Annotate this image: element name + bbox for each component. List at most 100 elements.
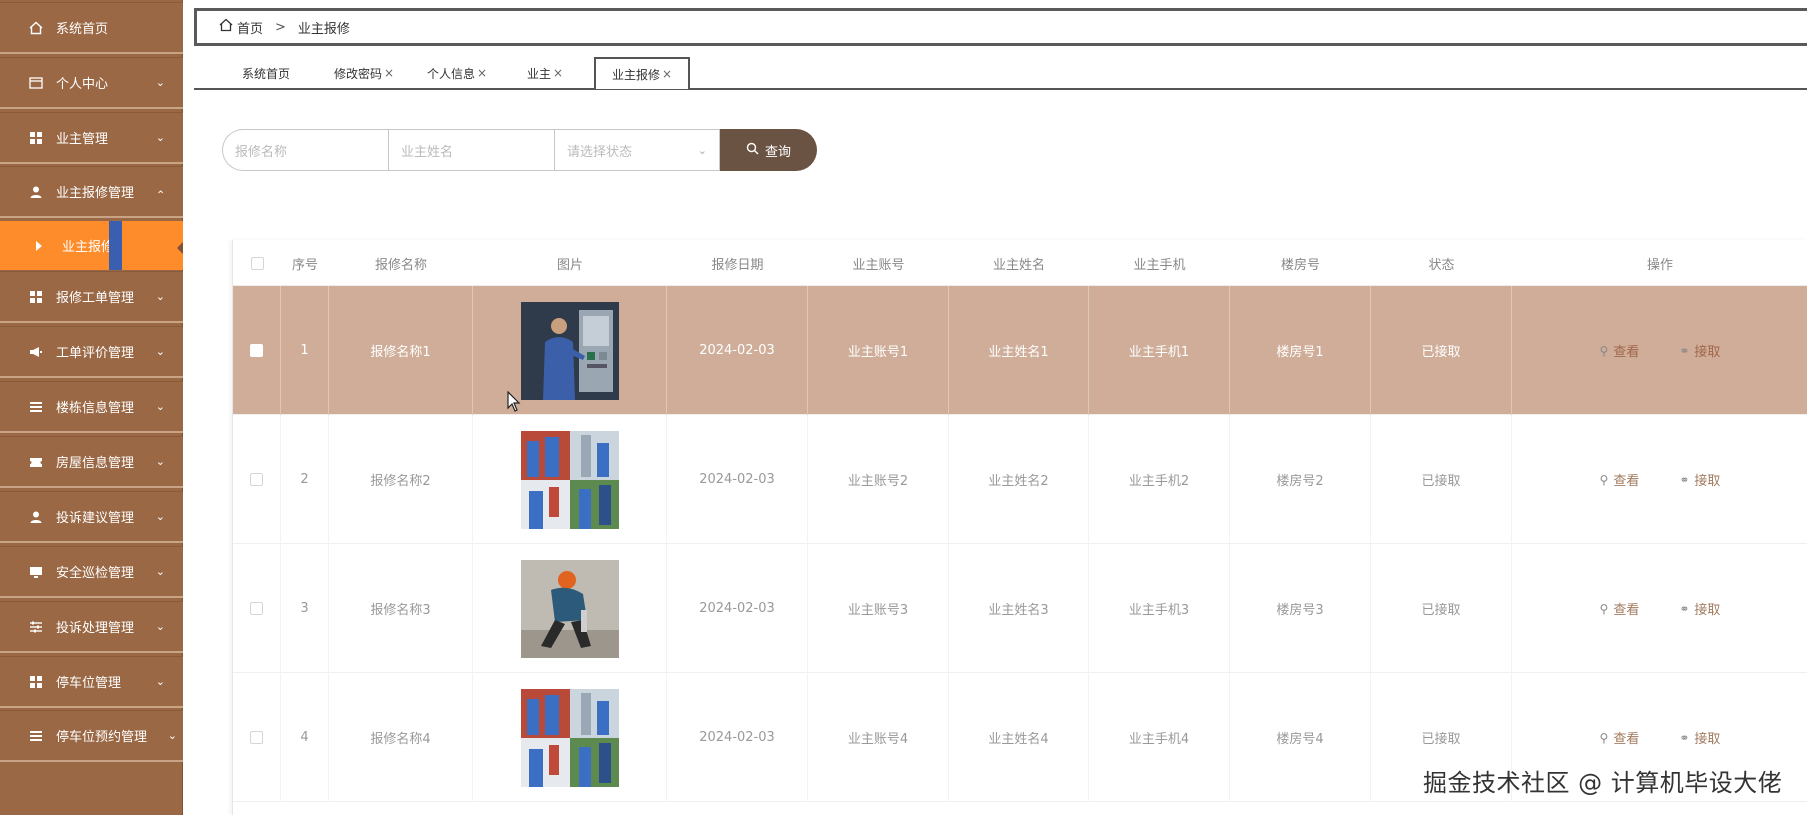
sidebar-item-building[interactable]: 楼栋信息管理 ⌄ [0,381,183,433]
search-button-label: 查询 [764,144,791,160]
accept-button[interactable]: ⚭ 接取 [1679,599,1720,619]
owner-name-input[interactable]: 业主姓名 [388,129,554,171]
view-button[interactable]: ⚲ 查看 [1599,599,1640,619]
active-indicator [109,221,122,270]
watermark: 掘金技术社区 @ 计算机毕设大佬 [1423,769,1783,797]
accept-button[interactable]: ⚭ 接取 [1679,470,1721,490]
cell-account: 业主账号3 [808,544,949,673]
sidebar-item-repair-management[interactable]: 业主报修管理 ⌄ [0,166,183,218]
view-button[interactable]: ⚲ 查看 [1600,341,1640,361]
cell-owner: 业主姓名3 [949,544,1089,673]
view-label: 查看 [1613,345,1640,360]
chevron-down-icon: ⌄ [155,619,165,633]
view-label: 查看 [1613,603,1640,618]
sidebar-item-complaint[interactable]: 投诉建议管理 ⌄ [0,491,183,543]
search-button[interactable]: 查询 [720,129,817,171]
sidebar-item-parking-reservation[interactable]: 停车位预约管理 ⌄ [0,710,183,762]
chevron-down-icon: ⌄ [155,564,165,578]
row-checkbox[interactable] [250,731,263,744]
tab-personal-info[interactable]: 个人信息 × [427,58,487,88]
cell-index: 1 [281,286,329,415]
select-all-cell [233,240,281,286]
chevron-down-icon: ⌄ [167,728,177,742]
sidebar-item-owner-management[interactable]: 业主管理 ⌄ [0,112,183,164]
close-icon[interactable]: × [384,66,394,80]
cell-account: 业主账号2 [808,415,949,544]
cell-name: 报修名称2 [329,415,473,544]
row-checkbox[interactable] [250,344,263,357]
repair-photo[interactable] [520,559,619,658]
repair-name-input[interactable]: 报修名称 [222,129,388,171]
share-icon: ⚭ [1679,601,1690,616]
chevron-down-icon: ⌄ [697,143,707,157]
breadcrumb-current: 业主报修 [297,21,350,37]
tab-change-password[interactable]: 修改密码 × [334,58,394,88]
tab-label: 业主报修 [612,67,661,82]
ticket-icon [28,454,44,470]
view-button[interactable]: ⚲ 查看 [1599,728,1640,748]
sidebar-item-personal-center[interactable]: 个人中心 ⌄ [0,57,183,109]
sidebar-item-patrol[interactable]: 安全巡检管理 ⌄ [0,546,183,598]
cell-name: 报修名称3 [329,544,473,673]
chevron-down-icon: ⌄ [155,454,165,468]
view-button[interactable]: ⚲ 查看 [1599,470,1640,490]
sidebar-item-work-order[interactable]: 报修工单管理 ⌄ [0,271,183,323]
sidebar-item-parking[interactable]: 停车位管理 ⌄ [0,656,183,708]
cell-actions: ⚲ 查看 ⚭ 接取 [1512,415,1807,544]
search-icon: ⚲ [1599,601,1609,616]
select-all-checkbox[interactable] [250,256,264,270]
cell-name: 报修名称1 [329,286,473,415]
cell-actions: ⚲ 查看 ⚭ 接取 [1512,544,1807,673]
list-icon [28,399,44,415]
cell-account: 业主账号1 [808,286,949,415]
table-row[interactable]: 3 报修名称3 2024-02-03 业主账号3 业主姓名3 业主手机3 楼房号… [233,544,1807,673]
repair-photo[interactable] [520,688,619,787]
table-row[interactable]: 1 报修名称1 2024-02-03 业主账号1 业主姓名1 业主手机1 楼房号… [233,286,1807,415]
chevron-up-icon: ⌄ [155,186,165,200]
tab-owner-repair[interactable]: 业主报修 × [594,57,691,89]
cell-date: 2024-02-03 [667,673,808,802]
card-icon [28,75,44,91]
table-row[interactable]: 2 报修名称2 2024-02-03 业主账号2 业主姓名2 业主手机2 楼房号… [233,415,1807,544]
header-image: 图片 [556,257,583,273]
search-icon: ⚲ [1599,730,1609,745]
cell-status: 已接取 [1371,544,1512,673]
breadcrumb-home[interactable]: 首页 [237,18,263,37]
active-notch [177,242,183,254]
header-actions: 操作 [1646,257,1673,273]
repair-photo[interactable] [520,301,619,400]
sidebar-item-house[interactable]: 房屋信息管理 ⌄ [0,436,183,488]
cell-index: 4 [281,673,329,802]
cell-account: 业主账号4 [808,673,949,802]
accept-label: 接取 [1694,474,1721,489]
row-actions: ⚲ 查看 ⚭ 接取 [1600,341,1721,361]
status-select[interactable]: 请选择状态 ⌄ [554,129,720,171]
cell-image [473,415,667,544]
share-icon: ⚭ [1679,343,1690,358]
sidebar-item-label: 业主管理 [56,132,109,147]
repair-photo[interactable] [520,430,619,529]
close-icon[interactable]: × [477,66,487,80]
sidebar: 系统首页 个人中心 ⌄ 业主管理 ⌄ 业主报修管理 ⌄ 业主报修 报修工单管理 … [0,0,183,815]
row-checkbox[interactable] [250,602,263,615]
sidebar-item-home[interactable]: 系统首页 [0,2,183,54]
cell-date: 2024-02-03 [667,544,808,673]
share-icon: ⚭ [1679,730,1690,745]
chevron-down-icon: ⌄ [155,674,165,688]
sidebar-item-complaint-handling[interactable]: 投诉处理管理 ⌄ [0,601,183,653]
accept-button[interactable]: ⚭ 接取 [1679,341,1720,361]
tab-owner[interactable]: 业主 × [527,58,563,88]
close-icon[interactable]: × [662,67,672,81]
row-checkbox[interactable] [250,473,263,486]
cell-name: 报修名称4 [329,673,473,802]
search-bar: 报修名称 业主姓名 请选择状态 ⌄ 查询 [222,129,817,171]
tab-label: 系统首页 [242,66,291,81]
sidebar-item-owner-repair[interactable]: 业主报修 [0,221,183,270]
close-icon[interactable]: × [553,66,563,80]
tab-system-home[interactable]: 系统首页 [242,58,290,88]
accept-button[interactable]: ⚭ 接取 [1679,728,1720,748]
search-icon: ⚲ [1599,472,1609,487]
view-label: 查看 [1613,474,1640,489]
sidebar-item-evaluation[interactable]: 工单评价管理 ⌄ [0,326,183,378]
app-root: 系统首页 个人中心 ⌄ 业主管理 ⌄ 业主报修管理 ⌄ 业主报修 报修工单管理 … [0,0,1807,815]
